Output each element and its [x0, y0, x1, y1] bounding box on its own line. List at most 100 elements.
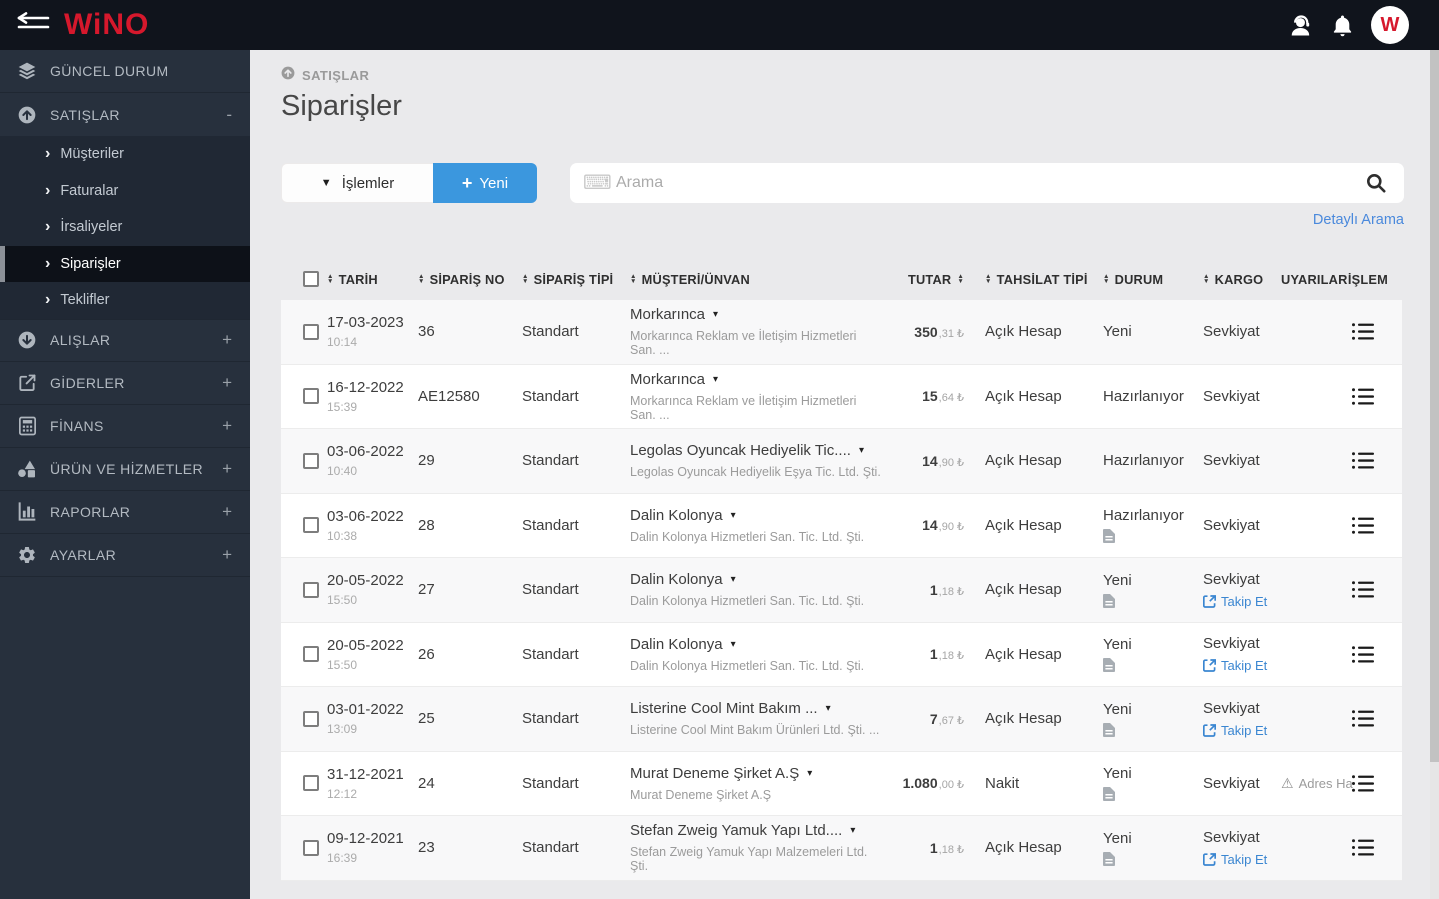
track-link[interactable]: Takip Et: [1202, 658, 1281, 673]
row-actions-button[interactable]: [1352, 839, 1388, 857]
customer-dropdown[interactable]: Dalin Kolonya ▾: [630, 636, 881, 653]
document-icon[interactable]: [1103, 787, 1203, 802]
islemler-dropdown-button[interactable]: ▼ İşlemler: [281, 163, 433, 203]
support-headset-icon[interactable]: [1289, 14, 1314, 37]
row-actions-button[interactable]: [1352, 581, 1388, 599]
user-avatar[interactable]: W: [1371, 6, 1409, 44]
row-checkbox[interactable]: [303, 646, 319, 663]
app-logo[interactable]: WiNO: [64, 8, 149, 42]
search-icon[interactable]: [1366, 173, 1386, 198]
order-amount: 7,67 ₺: [881, 711, 964, 727]
search-input[interactable]: [570, 163, 1404, 203]
column-header-si-pari-ti-pi-[interactable]: ▲ ▼ SİPARİŞ TİPİ: [522, 272, 630, 287]
sidebar-item-irsaliyeler[interactable]: › İrsaliyeler: [0, 209, 250, 246]
customer-dropdown[interactable]: Legolas Oyuncak Hediyelik Tic.... ▾: [630, 442, 881, 459]
order-status: Hazırlanıyor: [1103, 452, 1184, 470]
column-header-tutar[interactable]: TUTAR ▲ ▼: [881, 272, 964, 287]
sidebar-item-musteriler[interactable]: › Müşteriler: [0, 136, 250, 173]
table-row: 09-12-2021 16:39 23 Standart Stefan Zweig Ya…: [281, 816, 1402, 881]
customer-dropdown[interactable]: Listerine Cool Mint Bakım ... ▾: [630, 700, 881, 717]
amount-fraction: ,00 ₺: [938, 779, 964, 792]
row-actions-button[interactable]: [1352, 710, 1388, 728]
track-link[interactable]: Takip Et: [1202, 722, 1281, 738]
warning-badge: ⚠ Adres Ha: [1281, 776, 1353, 791]
row-checkbox[interactable]: [303, 775, 319, 792]
cargo-type: Sevkiyat: [1203, 828, 1260, 846]
column-label: İŞLEM: [1347, 271, 1388, 287]
customer-dropdown[interactable]: Dalin Kolonya ▾: [630, 571, 881, 588]
notifications-bell-icon[interactable]: [1332, 14, 1353, 37]
yeni-button[interactable]: + Yeni: [433, 163, 537, 203]
breadcrumb[interactable]: SATIŞLAR: [281, 66, 1404, 85]
row-actions-button[interactable]: [1352, 323, 1388, 341]
sidebar-item-urun-ve-hizmetler[interactable]: ÜRÜN VE HİZMETLER +: [0, 448, 250, 491]
column-label: DURUM: [1114, 271, 1164, 287]
sidebar-item-guncel-durum[interactable]: GÜNCEL DURUM: [0, 50, 250, 93]
row-actions-button[interactable]: [1352, 645, 1388, 663]
track-link[interactable]: Takip Et: [1202, 594, 1281, 609]
table-row: 20-05-2022 15:50 26 Standart Dalin Kolonya ▾ D…: [281, 622, 1402, 687]
order-amount: 1.080,00 ₺: [881, 775, 964, 791]
select-all-checkbox[interactable]: [303, 271, 319, 287]
row-actions-button[interactable]: [1352, 452, 1388, 470]
sidebar-item-teklifler[interactable]: › Teklifler: [0, 282, 250, 319]
sidebar-item-giderler[interactable]: GİDERLER +: [0, 362, 250, 405]
customer-fullname: Legolas Oyuncak Hediyelik Eşya Tic. Ltd.…: [630, 465, 881, 480]
order-time: 15:50: [327, 657, 358, 672]
caret-down-icon: ▾: [730, 638, 736, 650]
customer-dropdown[interactable]: Dalin Kolonya ▾: [630, 507, 881, 524]
sidebar-item-alislar[interactable]: ALIŞLAR +: [0, 318, 250, 362]
column-header-si-pari-no[interactable]: ▲ ▼ SİPARİŞ NO: [418, 272, 522, 287]
payment-type: Nakit: [985, 774, 1020, 792]
column-header-m-teri-nvan[interactable]: ▲ ▼ MÜŞTERİ/ÜNVAN: [630, 272, 881, 287]
order-number: 25: [418, 710, 435, 728]
sidebar-toggle-button[interactable]: [12, 8, 56, 42]
scrollbar-thumb[interactable]: [1430, 50, 1439, 762]
customer-fullname: Murat Deneme Şirket A.Ş: [630, 787, 772, 802]
sidebar-item-finans[interactable]: FİNANS +: [0, 405, 250, 448]
row-checkbox[interactable]: [303, 452, 319, 469]
order-date: 31-12-2021: [327, 765, 404, 783]
customer-dropdown[interactable]: Morkarınca ▾: [630, 371, 881, 388]
sidebar-item-siparisler[interactable]: › Siparişler: [0, 245, 250, 282]
customer-dropdown[interactable]: Stefan Zweig Yamuk Yapı Ltd.... ▾: [630, 822, 881, 839]
caret-down-icon: ▾: [850, 825, 856, 837]
column-header-tari-h[interactable]: ▲ ▼ TARİH: [327, 272, 418, 287]
expand-indicator: +: [222, 330, 232, 349]
column-header-tahsi-lat-ti-pi-[interactable]: ▲ ▼ TAHSİLAT TİPİ: [964, 272, 1103, 287]
column-header-durum[interactable]: ▲ ▼ DURUM: [1103, 272, 1203, 287]
document-icon[interactable]: [1103, 851, 1203, 866]
sidebar-item-satislar[interactable]: SATIŞLAR -: [0, 93, 250, 136]
track-label: Takip Et: [1221, 722, 1268, 738]
sidebar-item-faturalar[interactable]: › Faturalar: [0, 173, 250, 210]
row-actions-button[interactable]: [1352, 387, 1388, 405]
document-icon[interactable]: [1103, 529, 1203, 544]
customer-dropdown[interactable]: Murat Deneme Şirket A.Ş ▾: [630, 765, 881, 782]
row-checkbox[interactable]: [303, 839, 319, 856]
cargo-type: Sevkiyat: [1203, 699, 1260, 717]
row-checkbox[interactable]: [303, 388, 319, 405]
document-icon[interactable]: [1103, 593, 1203, 608]
customer-fullname: Dalin Kolonya Hizmetleri San. Tic. Ltd. …: [630, 658, 865, 673]
row-actions-button[interactable]: [1352, 774, 1388, 792]
row-checkbox[interactable]: [303, 710, 319, 727]
column-header-kargo[interactable]: ▲ ▼ KARGO: [1203, 272, 1281, 287]
external-link-icon: [1202, 659, 1217, 673]
order-number: 36: [418, 323, 435, 341]
column-header-i-lem[interactable]: İŞLEM: [1348, 272, 1402, 287]
row-actions-button[interactable]: [1352, 516, 1388, 534]
detayli-arama-link[interactable]: Detaylı Arama: [1313, 212, 1404, 228]
track-link[interactable]: Takip Et: [1202, 852, 1281, 867]
document-icon[interactable]: [1103, 722, 1203, 737]
document-icon[interactable]: [1103, 658, 1203, 673]
order-date: 16-12-2022: [327, 378, 404, 396]
sidebar-item-raporlar[interactable]: RAPORLAR +: [0, 491, 250, 534]
row-checkbox[interactable]: [303, 581, 319, 598]
sidebar-item-ayarlar[interactable]: AYARLAR +: [0, 534, 250, 577]
row-checkbox[interactable]: [303, 323, 319, 340]
payment-type: Açık Hesap: [985, 387, 1062, 405]
row-checkbox[interactable]: [303, 517, 319, 534]
column-header-uyarilar[interactable]: UYARILAR: [1281, 272, 1352, 287]
customer-dropdown[interactable]: Morkarınca ▾: [630, 306, 881, 323]
arrow-circle-up-icon: [16, 105, 38, 125]
